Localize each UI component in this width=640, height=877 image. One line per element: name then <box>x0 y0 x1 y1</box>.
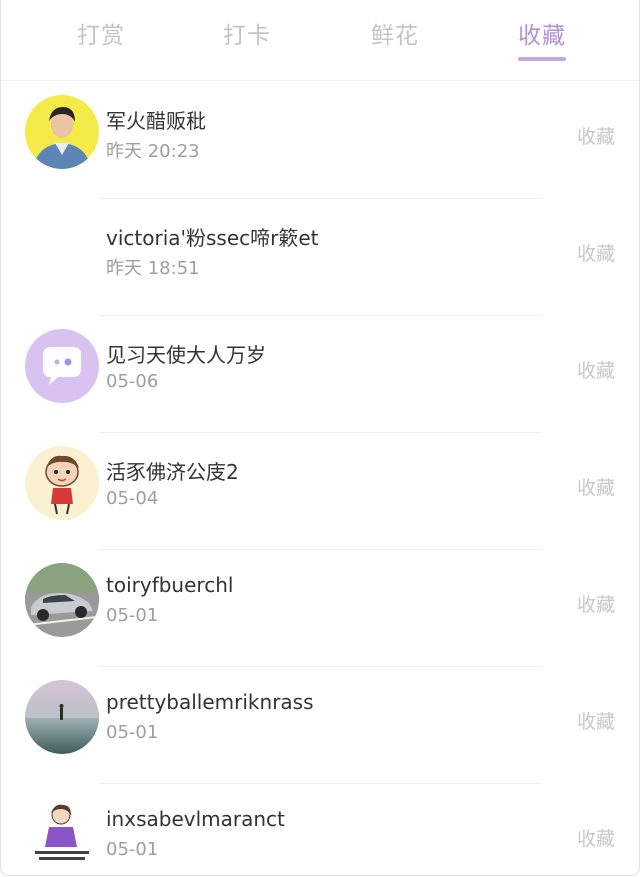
tab-flowers[interactable]: 鲜花 <box>335 16 455 50</box>
item-name: victoria'粉ssec啼r簌et <box>106 226 319 250</box>
tab-checkin[interactable]: 打卡 <box>187 16 307 50</box>
item-date: 昨天 20:23 <box>106 141 200 162</box>
item-name: 军火醋贩秕 <box>106 109 206 133</box>
favorite-button[interactable]: 收藏 <box>577 122 615 149</box>
tab-favorites[interactable]: 收藏 <box>482 16 602 50</box>
item-date: 昨天 18:51 <box>106 258 200 279</box>
meme-avatar[interactable] <box>25 797 99 871</box>
favorite-button[interactable]: 收藏 <box>577 707 615 734</box>
item-date: 05-01 <box>106 839 159 860</box>
list-item[interactable]: 活豕佛济公庋2 05-04 收藏 <box>1 433 639 549</box>
item-name: inxsabevlmaranct <box>106 807 285 831</box>
blank-avatar[interactable] <box>25 212 99 286</box>
app-frame: 打赏 打卡 鲜花 收藏 军火醋贩秕 昨天 20:23 收藏 victoria'粉… <box>0 0 640 876</box>
person-avatar[interactable] <box>25 95 99 169</box>
favorite-button[interactable]: 收藏 <box>577 239 615 266</box>
list-item[interactable]: inxsabevlmaranct 05-01 收藏 <box>1 784 639 875</box>
cartoon-avatar[interactable] <box>25 446 99 520</box>
list-item[interactable]: 见习天使大人万岁 05-06 收藏 <box>1 316 639 432</box>
list-item[interactable]: 军火醋贩秕 昨天 20:23 收藏 <box>1 82 639 198</box>
item-date: 05-01 <box>106 722 159 743</box>
item-name: 活豕佛济公庋2 <box>106 460 239 484</box>
chat-bubble-avatar[interactable] <box>25 329 99 403</box>
item-date: 05-01 <box>106 605 159 626</box>
item-date: 05-06 <box>106 371 159 392</box>
list-item[interactable]: toiryfbuerchl 05-01 收藏 <box>1 550 639 666</box>
item-name: toiryfbuerchl <box>106 573 234 597</box>
tab-active-indicator <box>518 57 566 61</box>
list-item[interactable]: prettyballemriknrass 05-01 收藏 <box>1 667 639 783</box>
tab-bar: 打赏 打卡 鲜花 收藏 <box>1 0 639 81</box>
favorite-button[interactable]: 收藏 <box>577 824 615 851</box>
favorite-button[interactable]: 收藏 <box>577 590 615 617</box>
tab-reward[interactable]: 打赏 <box>41 16 161 50</box>
item-name: prettyballemriknrass <box>106 690 314 714</box>
item-name: 见习天使大人万岁 <box>106 343 266 367</box>
favorite-button[interactable]: 收藏 <box>577 356 615 383</box>
car-avatar[interactable] <box>25 563 99 637</box>
item-date: 05-04 <box>106 488 159 509</box>
list-item[interactable]: victoria'粉ssec啼r簌et 昨天 18:51 收藏 <box>1 199 639 315</box>
favorite-button[interactable]: 收藏 <box>577 473 615 500</box>
lake-avatar[interactable] <box>25 680 99 754</box>
